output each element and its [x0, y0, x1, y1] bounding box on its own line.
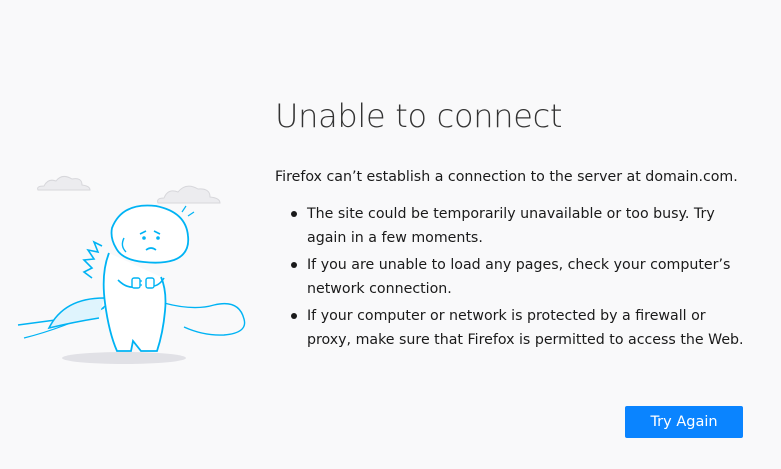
try-again-button[interactable]: Try Again [625, 406, 743, 438]
dinosaur-unplugged-cable-icon [17, 175, 246, 364]
list-item: If your computer or network is protected… [275, 304, 747, 352]
suggestion-text: The site could be temporarily unavailabl… [307, 206, 715, 246]
error-description: Firefox can’t establish a connection to … [275, 169, 738, 185]
error-suggestions-list: The site could be temporarily unavailabl… [275, 202, 755, 352]
page-title: Unable to connect [275, 97, 563, 135]
suggestion-text: If you are unable to load any pages, che… [307, 257, 731, 297]
list-item: If you are unable to load any pages, che… [275, 253, 747, 301]
bullet-icon [291, 262, 297, 268]
bullet-icon [291, 211, 297, 217]
bullet-icon [291, 313, 297, 319]
error-page: Unable to connect Firefox can’t establis… [0, 0, 781, 469]
suggestion-text: If your computer or network is protected… [307, 308, 744, 348]
list-item: The site could be temporarily unavailabl… [275, 202, 747, 250]
error-content: Unable to connect Firefox can’t establis… [275, 92, 755, 355]
